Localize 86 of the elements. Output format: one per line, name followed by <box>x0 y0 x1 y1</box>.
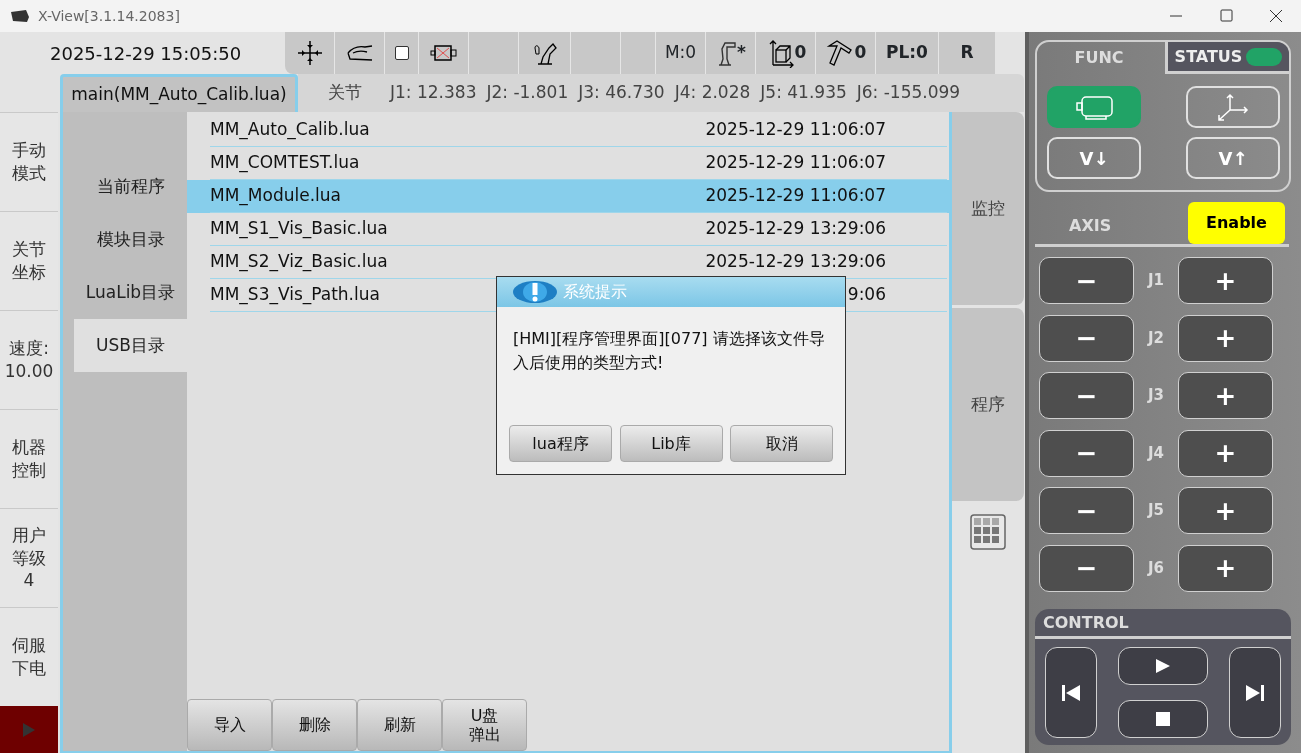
joint-value: J1: 12.383 <box>390 81 477 105</box>
enable-button[interactable]: Enable <box>1188 202 1285 244</box>
file-name: MM_S3_Vis_Path.lua <box>210 283 380 307</box>
function-button[interactable]: V↓ <box>1047 137 1141 179</box>
side-tab[interactable]: 监控 <box>952 112 1024 305</box>
joint-value: J4: 2.028 <box>674 81 751 105</box>
toolbar-value: * <box>737 41 746 64</box>
joint-name: J4 <box>1146 442 1165 464</box>
joint-name: J5 <box>1146 500 1165 522</box>
joint-label: 关节 <box>328 81 362 105</box>
jog-plus-button[interactable]: + <box>1178 372 1273 419</box>
skip-back-icon <box>1062 684 1080 701</box>
file-row[interactable]: MM_Auto_Calib.lua 2025-12-29 11:06:07 <box>187 114 949 147</box>
category-tab[interactable]: USB目录 <box>74 319 187 372</box>
file-date: 2025-12-29 11:06:07 <box>705 151 886 175</box>
file-row[interactable]: MM_Module.lua 2025-12-29 11:06:07 <box>187 180 949 213</box>
alert-gear-icon <box>511 279 559 305</box>
grid-icon[interactable] <box>970 514 1006 550</box>
jog-plus-button[interactable]: + <box>1178 314 1273 362</box>
jog-plus-button[interactable]: + <box>1178 429 1273 477</box>
stop-icon <box>1156 712 1170 726</box>
checkbox[interactable] <box>394 46 409 60</box>
action-button[interactable]: U盘 弹出 <box>442 699 527 751</box>
jog-minus-button[interactable]: − <box>1039 314 1134 362</box>
joint-name: J3 <box>1146 385 1165 407</box>
jog-plus-button[interactable]: + <box>1178 257 1273 304</box>
file-date: 9:06 <box>847 283 886 307</box>
file-date: 2025-12-29 11:06:07 <box>705 118 886 142</box>
file-date: 2025-12-29 11:06:07 <box>705 184 886 208</box>
panel-tab[interactable]: STATUS <box>1165 42 1289 74</box>
file-name: MM_S2_Viz_Basic.lua <box>210 250 388 274</box>
stop-button[interactable] <box>1118 700 1208 738</box>
jog-minus-button[interactable]: − <box>1039 429 1134 477</box>
toolbar-label: PL:0 <box>886 41 928 65</box>
skip-forward-icon <box>1246 684 1264 701</box>
file-name: MM_S1_Vis_Basic.lua <box>210 217 388 241</box>
crossed-motor-icon[interactable] <box>428 42 459 64</box>
file-name: MM_Module.lua <box>210 184 341 208</box>
joint-value: J2: -1.801 <box>486 81 569 105</box>
previous-button[interactable] <box>1045 647 1097 738</box>
file-name: MM_Auto_Calib.lua <box>210 118 370 142</box>
section-label: AXIS <box>1069 215 1112 237</box>
toolbar-label: M:0 <box>664 41 697 65</box>
section-label: CONTROL <box>1043 611 1129 634</box>
jog-minus-button[interactable]: − <box>1039 257 1134 304</box>
joint-value: J3: 46.730 <box>578 81 665 105</box>
jog-plus-button[interactable]: + <box>1178 544 1273 592</box>
dialog-title: 系统提示 <box>563 281 627 303</box>
file-date: 2025-12-29 13:29:06 <box>705 217 886 241</box>
joint-name: J1 <box>1146 270 1165 292</box>
jog-minus-button[interactable]: − <box>1039 372 1134 419</box>
jog-plus-button[interactable]: + <box>1178 487 1273 534</box>
file-row[interactable]: MM_S1_Vis_Basic.lua 2025-12-29 13:29:06 <box>187 213 949 246</box>
dialog-message: [HMI][程序管理界面][077] 请选择该文件导入后使用的类型方式! <box>512 328 826 374</box>
play-icon <box>1155 658 1171 674</box>
play-icon <box>22 722 36 738</box>
toolbar-label: R <box>960 41 974 65</box>
category-tab[interactable]: 模块目录 <box>74 213 187 266</box>
app-icon <box>10 9 30 23</box>
action-button[interactable]: 导入 <box>187 699 272 751</box>
axes-icon <box>1215 92 1251 122</box>
program-tab[interactable]: main(MM_Auto_Calib.lua) <box>60 74 298 112</box>
toolbar-value: 0 <box>854 41 867 64</box>
joint-name: J6 <box>1146 557 1165 579</box>
toolbar-value: 0 <box>794 41 807 64</box>
function-button[interactable]: V↑ <box>1186 137 1280 179</box>
action-button[interactable]: 刷新 <box>357 699 442 751</box>
dialog-button[interactable]: lua程序 <box>509 425 612 462</box>
window-title: X-View[3.1.14.2083] <box>38 6 180 26</box>
file-date: 2025-12-29 13:29:06 <box>705 250 886 274</box>
function-button[interactable] <box>1047 86 1141 128</box>
category-tab[interactable]: 当前程序 <box>74 160 187 213</box>
jog-minus-button[interactable]: − <box>1039 544 1134 592</box>
dialog-button[interactable]: Lib库 <box>619 425 723 462</box>
joint-name: J2 <box>1146 327 1165 349</box>
action-button[interactable]: 删除 <box>272 699 357 751</box>
side-tab[interactable]: 程序 <box>952 308 1024 501</box>
file-name: MM_COMTEST.lua <box>210 151 360 175</box>
joint-value: J6: -155.099 <box>856 81 961 105</box>
dialog-button[interactable]: 取消 <box>730 425 833 462</box>
play-button[interactable] <box>1118 647 1208 685</box>
category-tab[interactable]: LuaLib目录 <box>74 266 187 319</box>
joint-value: J5: 41.935 <box>760 81 847 105</box>
next-button[interactable] <box>1229 647 1281 738</box>
jog-minus-button[interactable]: − <box>1039 487 1134 534</box>
datetime: 2025-12-29 15:05:50 <box>50 41 242 66</box>
